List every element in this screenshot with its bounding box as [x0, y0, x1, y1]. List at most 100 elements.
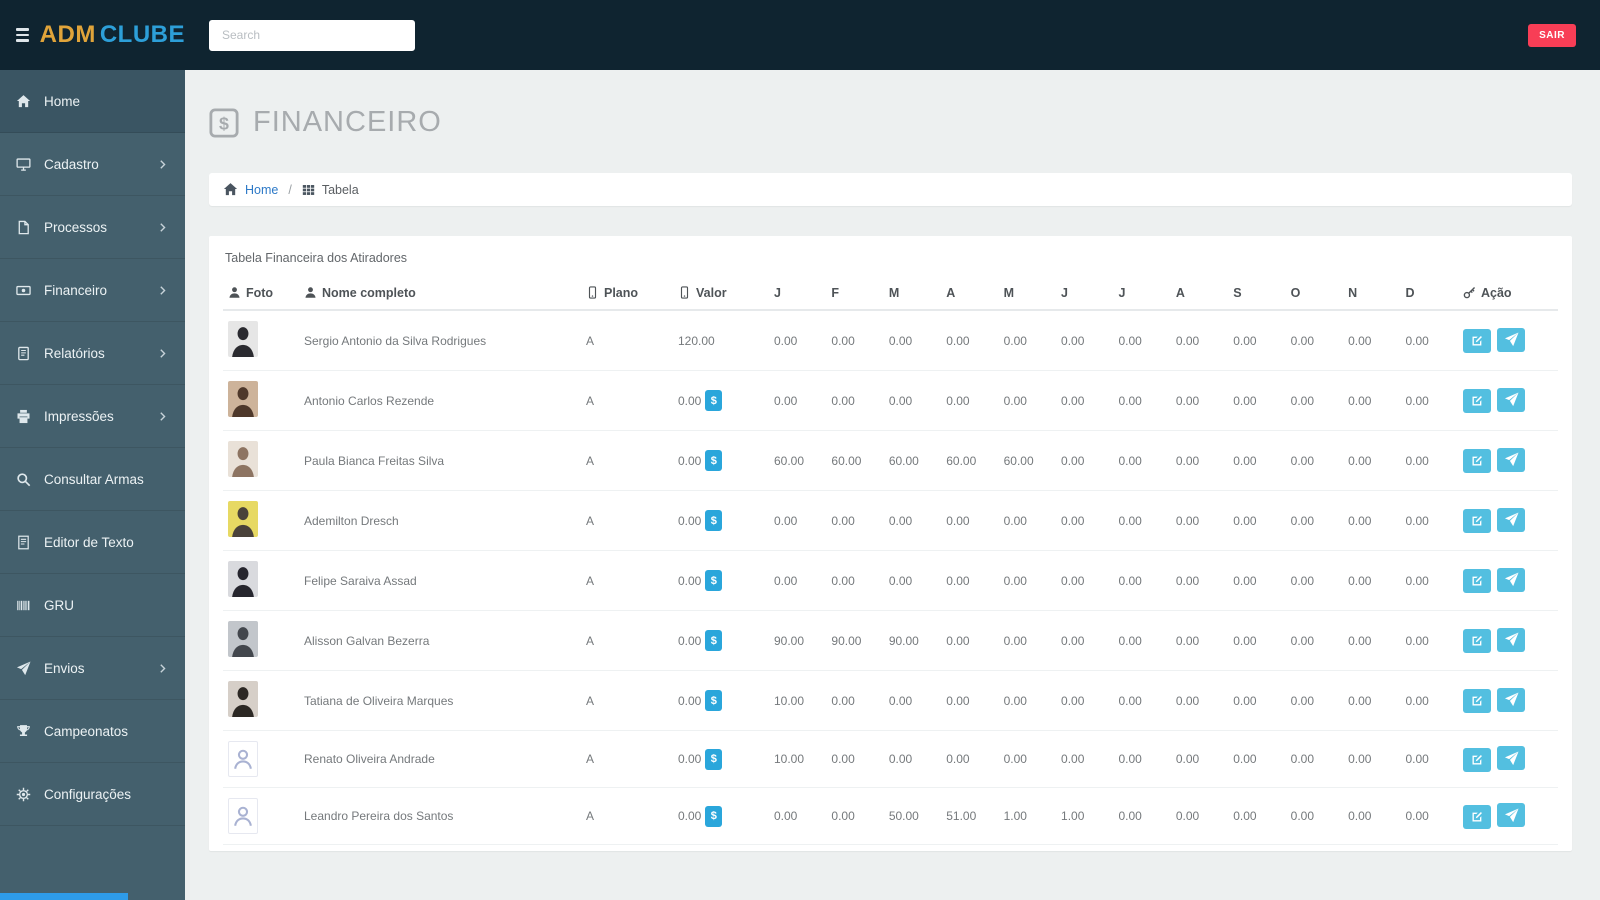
send-button[interactable] [1497, 627, 1525, 652]
month-value: 60.00 [946, 453, 977, 468]
gear-icon [15, 787, 31, 802]
sidebar-item-label: Cadastro [44, 156, 99, 172]
month-value: 0.00 [831, 393, 855, 408]
month-value: 0.00 [888, 393, 913, 408]
sidebar-item-campeonatos[interactable]: Campeonatos [0, 700, 185, 763]
sidebar-item-gru[interactable]: GRU [0, 574, 185, 637]
month-value: 0.00 [1118, 453, 1142, 468]
month-value: 0.00 [1061, 333, 1085, 348]
edit-button[interactable] [1463, 747, 1491, 772]
send-button[interactable] [1497, 746, 1525, 771]
svg-text:$: $ [219, 113, 229, 133]
dollar-badge[interactable]: $ [705, 690, 723, 711]
plano-value: A [586, 453, 595, 468]
dollar-badge[interactable]: $ [705, 748, 723, 770]
month-value: 0.00 [1118, 393, 1142, 408]
dollar-badge[interactable]: $ [705, 630, 723, 651]
edit-button[interactable] [1463, 629, 1491, 654]
month-value: 0.00 [1233, 393, 1257, 408]
month-value: 0.00 [1290, 573, 1315, 588]
home-icon [223, 182, 238, 197]
month-value: 0.00 [831, 573, 855, 588]
plano-value: A [586, 393, 595, 408]
mobile-icon [586, 286, 599, 299]
send-button[interactable] [1497, 447, 1525, 472]
shooter-photo [228, 501, 258, 537]
sidebar-item-impressoes[interactable]: Impressões [0, 385, 185, 448]
money-icon [15, 283, 31, 298]
edit-button[interactable] [1463, 509, 1491, 534]
column-header-s: S [1228, 277, 1286, 311]
month-value: 0.00 [831, 809, 855, 823]
menu-toggle-icon[interactable] [16, 28, 29, 42]
dollar-badge[interactable]: $ [705, 390, 723, 411]
edit-button[interactable] [1463, 569, 1491, 594]
edit-button[interactable] [1463, 389, 1491, 414]
sidebar-item-relatorios[interactable]: Relatórios [0, 322, 185, 385]
month-value: 0.00 [831, 513, 855, 528]
month-value: 0.00 [1003, 393, 1027, 408]
send-button[interactable] [1497, 567, 1525, 592]
send-button[interactable] [1497, 803, 1525, 828]
month-value: 0.00 [1175, 693, 1200, 708]
desktop-icon [15, 157, 31, 172]
sidebar-bottom-accent [0, 893, 128, 900]
sidebar-item-envios[interactable]: Envios [0, 637, 185, 700]
month-value: 0.00 [946, 693, 970, 708]
dollar-badge[interactable]: $ [705, 805, 723, 827]
dollar-badge[interactable]: $ [705, 450, 723, 471]
shooter-name: Alisson Galvan Bezerra [304, 633, 430, 648]
edit-button[interactable] [1463, 804, 1491, 829]
sidebar-item-home[interactable]: Home [0, 70, 185, 133]
send-button[interactable] [1497, 687, 1525, 712]
edit-button[interactable] [1463, 449, 1491, 474]
month-value: 0.00 [1290, 393, 1315, 408]
shooter-photo [228, 321, 258, 357]
month-value: 0.00 [946, 513, 970, 528]
sidebar-item-configuracoes[interactable]: Configurações [0, 763, 185, 826]
shooter-name: Sergio Antonio da Silva Rodrigues [304, 333, 487, 348]
sidebar-item-cadastro[interactable]: Cadastro [0, 133, 185, 196]
sidebar-item-processos[interactable]: Processos [0, 196, 185, 259]
page-header: $ FINANCEIRO [209, 106, 1572, 139]
brand-area: ADM CLUBE [0, 21, 185, 49]
column-header-d: D [1400, 277, 1458, 311]
sidebar-item-label: GRU [44, 597, 74, 613]
logout-button[interactable]: SAIR [1528, 23, 1576, 47]
send-button[interactable] [1497, 387, 1525, 412]
month-value: 0.00 [1061, 573, 1085, 588]
edit-button[interactable] [1463, 689, 1491, 714]
key-icon [1463, 286, 1476, 299]
user-icon [228, 286, 241, 299]
edit-button[interactable] [1463, 329, 1491, 354]
table-row: Sergio Antonio da Silva Rodrigues A 120.00… [223, 310, 1558, 371]
month-value: 0.00 [888, 513, 913, 528]
file-icon [15, 220, 31, 235]
dollar-badge[interactable]: $ [705, 570, 723, 591]
user-icon [304, 286, 317, 299]
sidebar: Home Cadastro Processos Financeiro Relatório… [0, 70, 185, 900]
month-value: 0.00 [1175, 752, 1200, 766]
column-label: M [1003, 286, 1015, 300]
breadcrumb-home-link[interactable]: Home [245, 183, 278, 197]
column-header-j: J [1056, 277, 1114, 311]
sidebar-item-consultar-armas[interactable]: Consultar Armas [0, 448, 185, 511]
column-label: N [1348, 286, 1358, 300]
month-value: 0.00 [831, 693, 855, 708]
send-button[interactable] [1497, 507, 1525, 532]
sidebar-item-editor-de-texto[interactable]: Editor de Texto [0, 511, 185, 574]
month-value: 0.00 [1290, 513, 1315, 528]
month-value: 0.00 [1003, 573, 1027, 588]
month-value: 0.00 [1348, 513, 1372, 528]
sidebar-item-financeiro[interactable]: Financeiro [0, 259, 185, 322]
search-input[interactable] [209, 19, 415, 51]
month-value: 0.00 [1405, 752, 1429, 766]
send-button[interactable] [1497, 327, 1525, 352]
month-value: 0.00 [1061, 513, 1085, 528]
month-value: 0.00 [1290, 752, 1315, 766]
month-value: 0.00 [1405, 513, 1429, 528]
dollar-badge[interactable]: $ [705, 510, 723, 531]
month-value: 0.00 [1348, 573, 1372, 588]
month-value: 0.00 [1348, 333, 1372, 348]
month-value: 0.00 [1233, 752, 1257, 766]
